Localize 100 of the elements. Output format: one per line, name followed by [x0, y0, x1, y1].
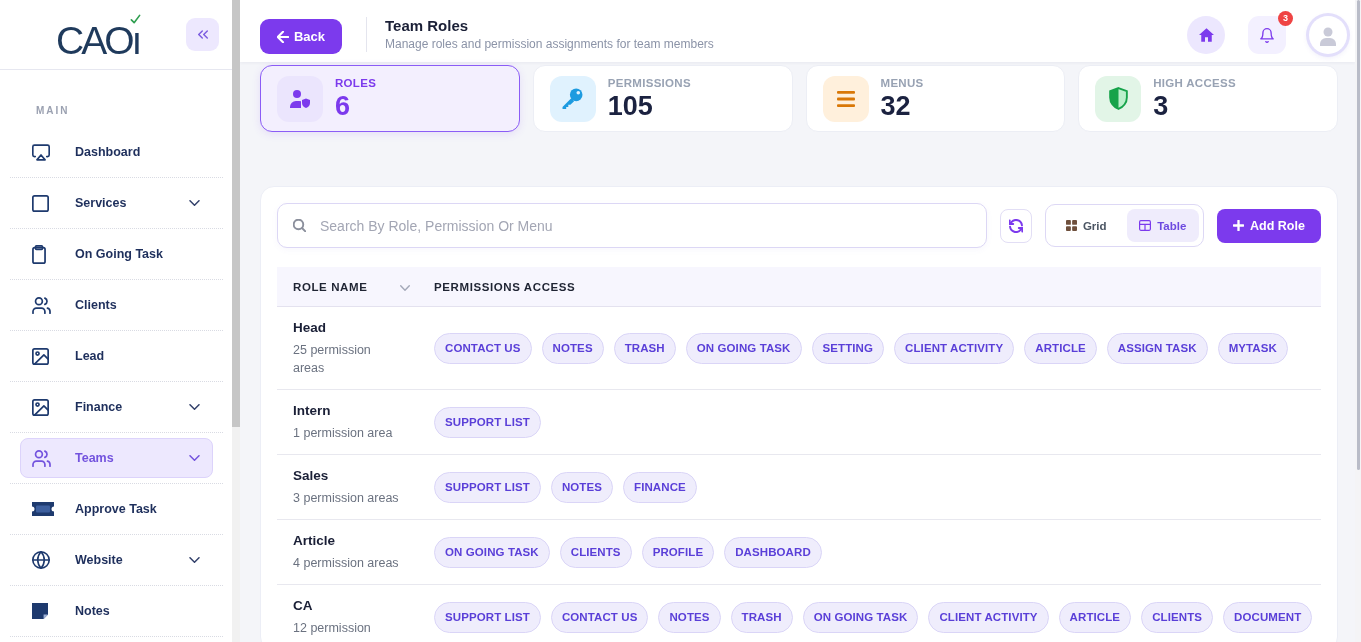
- logo-text: CAOı: [56, 25, 141, 56]
- chevron-down-icon: [400, 285, 410, 291]
- globe-icon: [32, 551, 50, 569]
- users-icon: [32, 449, 51, 467]
- permission-chip: DOCUMENT: [1223, 601, 1313, 633]
- home-button[interactable]: [1187, 16, 1225, 54]
- stat-card[interactable]: MENUS 32: [805, 65, 1066, 132]
- stat-label: HIGH ACCESS: [1153, 76, 1236, 90]
- permission-chip: SETTING: [811, 332, 885, 364]
- image-icon: [32, 347, 49, 365]
- table-icon: [1139, 220, 1152, 231]
- permission-chip: NOTES: [658, 601, 721, 633]
- stat-label: PERMISSIONS: [607, 76, 691, 90]
- permission-chip: CLIENT ACTIVITY: [928, 601, 1049, 633]
- search-field[interactable]: Search By Role, Permission Or Menu: [277, 203, 987, 248]
- permission-count: 12 permission: [293, 620, 372, 637]
- permission-chip: CONTACT US: [434, 332, 532, 364]
- permission-chip: SUPPORT LIST: [434, 406, 541, 438]
- search-icon: [293, 219, 306, 232]
- permission-chip: ON GOING TASK: [685, 332, 802, 364]
- bell-icon: [1260, 27, 1274, 43]
- users-icon: [32, 296, 51, 314]
- section-label: MAIN: [36, 105, 70, 117]
- permission-chip: CLIENTS: [1141, 601, 1214, 633]
- sidebar-item[interactable]: Approve Task: [20, 489, 213, 529]
- add-role-button[interactable]: Add Role: [1217, 208, 1321, 243]
- stat-card[interactable]: HIGH ACCESS 3: [1078, 65, 1338, 132]
- view-mode-tab[interactable]: Table: [1126, 209, 1199, 242]
- page-title: Team Roles: [385, 17, 470, 35]
- permission-chip: CONTACT US: [550, 601, 649, 633]
- permission-chip: CLIENT ACTIVITY: [894, 332, 1015, 364]
- sidebar-item[interactable]: Services: [20, 183, 213, 223]
- stat-card[interactable]: ROLES 6: [260, 65, 520, 132]
- permission-chip: MYTASK: [1217, 332, 1288, 364]
- sidebar-item[interactable]: Finance: [20, 387, 213, 427]
- stat-card[interactable]: PERMISSIONS 105: [532, 65, 793, 132]
- permission-chip: ON GOING TASK: [434, 536, 550, 568]
- stat-value: 32: [880, 91, 912, 121]
- permission-chip: NOTES: [541, 332, 604, 364]
- sidebar-item[interactable]: Teams: [20, 438, 213, 478]
- shield-icon: [1095, 75, 1142, 122]
- permission-chip: TRASH: [613, 332, 676, 364]
- column-header: PERMISSIONS ACCESS: [434, 280, 576, 293]
- permission-chip: FINANCE: [623, 471, 697, 503]
- stat-value: 3: [1153, 91, 1170, 121]
- permission-chip: ON GOING TASK: [802, 601, 919, 633]
- permission-chip: ASSIGN TASK: [1106, 332, 1208, 364]
- collapse-button[interactable]: [186, 18, 219, 51]
- key-icon: [549, 75, 596, 122]
- role-name: CA: [293, 597, 314, 615]
- sidebar-item[interactable]: On Going Task: [20, 234, 213, 274]
- note-icon: [32, 603, 48, 619]
- sidebar-item[interactable]: Lead: [20, 336, 213, 376]
- stat-value: 105: [607, 91, 654, 121]
- home-icon: [1198, 28, 1214, 42]
- check-icon: [130, 13, 142, 25]
- sidebar-item[interactable]: Dashboard: [20, 132, 213, 172]
- image-icon: [32, 398, 49, 416]
- permission-chip: SUPPORT LIST: [434, 471, 541, 503]
- sidebar-item[interactable]: Clients: [20, 285, 213, 325]
- page-subtitle: Manage roles and permission assignments for team members: [385, 36, 714, 52]
- permission-chip: ARTICLE: [1058, 601, 1132, 633]
- permission-chip: NOTES: [550, 471, 614, 503]
- role-name: Article: [293, 532, 337, 550]
- refresh-button[interactable]: [1000, 208, 1032, 243]
- back-button[interactable]: Back: [260, 19, 342, 54]
- ticket-icon: [32, 502, 54, 516]
- permission-chip: ARTICLE: [1024, 332, 1097, 364]
- role-name: Head: [293, 319, 327, 337]
- permission-chip: PROFILE: [641, 536, 715, 568]
- avatar-button[interactable]: [1309, 16, 1347, 54]
- sidebar-item[interactable]: Website: [20, 540, 213, 580]
- permission-chip: TRASH: [730, 601, 793, 633]
- scrollbar-thumb[interactable]: [1357, 0, 1360, 470]
- view-mode-tab[interactable]: Grid: [1050, 209, 1123, 242]
- menu-icon: [822, 75, 869, 122]
- column-header: ROLE NAME: [293, 280, 368, 293]
- permission-chip: CLIENTS: [559, 536, 632, 568]
- notifications-button[interactable]: [1248, 16, 1286, 54]
- chevrons-left-icon: [197, 30, 208, 39]
- permission-count: 4 permission areas: [293, 555, 400, 572]
- role-name: Intern: [293, 402, 332, 420]
- user-silhouette-icon: [1320, 27, 1336, 46]
- scrollbar-thumb[interactable]: [232, 0, 240, 427]
- plus-icon: [1233, 220, 1245, 231]
- refresh-icon: [1009, 218, 1023, 233]
- stat-label: ROLES: [335, 76, 377, 90]
- permission-count: 1 permission area: [293, 425, 394, 442]
- permission-count: 25 permission areas: [293, 342, 372, 377]
- square-icon: [32, 194, 49, 212]
- permission-count: 3 permission areas: [293, 490, 400, 507]
- sidebar-item[interactable]: Notes: [20, 591, 213, 631]
- permission-chip: DASHBOARD: [724, 536, 822, 568]
- clipboard-icon: [32, 244, 46, 264]
- notification-badge: 3: [1278, 11, 1293, 26]
- screen-icon: [32, 143, 50, 161]
- grid-icon: [1065, 220, 1077, 231]
- stat-value: 6: [335, 91, 352, 121]
- stat-label: MENUS: [880, 76, 924, 90]
- arrow-left-icon: [276, 30, 289, 43]
